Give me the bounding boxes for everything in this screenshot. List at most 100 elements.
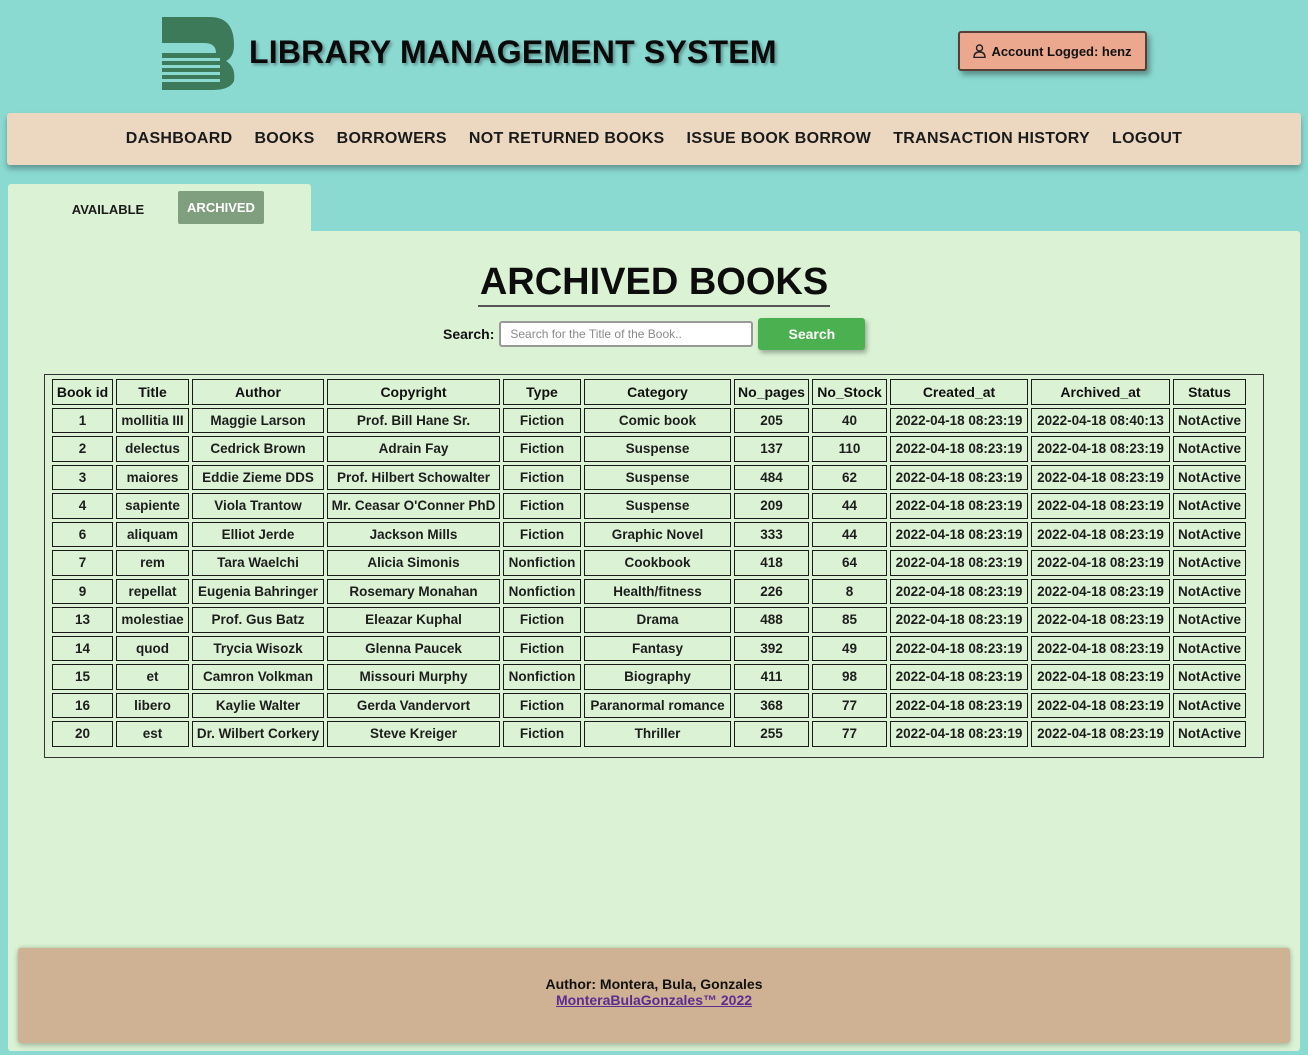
table-cell: mollitia III [116,407,189,433]
table-cell: quod [116,635,189,661]
table-cell: Eleazar Kuphal [327,607,500,633]
table-cell: Graphic Novel [584,521,731,547]
table-row: 15 et Camron Volkman Missouri Murphy Nonfict… [52,664,1246,690]
table-row: 9 repellat Eugenia Bahringer Rosemary Monah… [52,578,1246,604]
nav-issue-book-borrow[interactable]: ISSUE BOOK BORROW [687,126,872,152]
table-cell: 205 [734,407,809,433]
table-cell: 40 [812,407,887,433]
table-cell: Jackson Mills [327,521,500,547]
table-row: 1 mollitia III Maggie Larson Prof. Bill Han… [52,407,1246,433]
table-cell: repellat [116,578,189,604]
table-cell: 77 [812,721,887,747]
table-cell: Nonfiction [503,664,581,690]
table-cell: NotActive [1173,550,1246,576]
nav-borrowers[interactable]: BORROWERS [337,126,447,152]
table-cell: 15 [52,664,113,690]
table-cell: Drama [584,607,731,633]
account-button[interactable]: Account Logged: henz [958,31,1147,71]
table-cell: Viola Trantow [192,493,324,519]
table-cell: 20 [52,721,113,747]
table-cell: Missouri Murphy [327,664,500,690]
user-icon [973,44,987,58]
column-header: No_Stock [812,379,887,405]
table-cell: Fiction [503,407,581,433]
table-cell: 13 [52,607,113,633]
table-cell: Eddie Zieme DDS [192,464,324,490]
account-label: Account Logged: henz [991,43,1132,59]
footer-credit-link[interactable]: MonteraBulaGonzales™ 2022 [18,992,1290,1008]
table-cell: maiores [116,464,189,490]
table-cell: 2022-04-18 08:23:19 [890,607,1028,633]
table-cell: Thriller [584,721,731,747]
table-cell: 2022-04-18 08:23:19 [890,521,1028,547]
table-cell: 1 [52,407,113,433]
table-cell: 137 [734,436,809,462]
table-cell: Suspense [584,464,731,490]
page-title: ARCHIVED BOOKS [477,261,831,307]
table-cell: Fiction [503,635,581,661]
table-cell: libero [116,692,189,718]
table-cell: Gerda Vandervort [327,692,500,718]
table-cell: NotActive [1173,436,1246,462]
table-cell: 2022-04-18 08:23:19 [1031,607,1170,633]
table-cell: NotActive [1173,464,1246,490]
table-cell: 14 [52,635,113,661]
table-cell: Adrain Fay [327,436,500,462]
table-cell: Tara Waelchi [192,550,324,576]
table-cell: Camron Volkman [192,664,324,690]
table-cell: 44 [812,521,887,547]
table-cell: 2022-04-18 08:23:19 [890,550,1028,576]
column-header: Category [584,379,731,405]
tab-strip: AVAILABLE ARCHIVED [8,184,311,236]
nav-books[interactable]: BOOKS [254,126,314,152]
table-cell: Health/fitness [584,578,731,604]
table-cell: Suspense [584,436,731,462]
table-cell: 2022-04-18 08:23:19 [890,721,1028,747]
search-button[interactable]: Search [758,318,866,350]
nav-logout[interactable]: LOGOUT [1112,126,1182,152]
column-header: Type [503,379,581,405]
table-cell: NotActive [1173,721,1246,747]
tab-available[interactable]: AVAILABLE [66,194,150,224]
table-cell: NotActive [1173,407,1246,433]
table-cell: Comic book [584,407,731,433]
table-header-row: Book id Title Author Copyright Type Category N… [52,379,1246,405]
table-cell: 44 [812,493,887,519]
table-cell: 411 [734,664,809,690]
table-cell: 209 [734,493,809,519]
nav-transaction-history[interactable]: TRANSACTION HISTORY [893,126,1090,152]
table-cell: 16 [52,692,113,718]
book-logo-icon [162,17,235,90]
table-cell: Biography [584,664,731,690]
nav-not-returned-books[interactable]: NOT RETURNED BOOKS [469,126,665,152]
table-cell: 2022-04-18 08:23:19 [890,664,1028,690]
table-cell: Suspense [584,493,731,519]
table-cell: Trycia Wisozk [192,635,324,661]
nav-dashboard[interactable]: DASHBOARD [126,126,233,152]
table-row: 14 quod Trycia Wisozk Glenna Paucek Fiction F… [52,635,1246,661]
table-cell: Dr. Wilbert Corkery [192,721,324,747]
column-header: Title [116,379,189,405]
table-cell: Eugenia Bahringer [192,578,324,604]
tab-archived[interactable]: ARCHIVED [178,191,264,224]
table-cell: 2022-04-18 08:23:19 [1031,436,1170,462]
search-label: Search: [443,326,495,342]
table-cell: 2022-04-18 08:23:19 [890,493,1028,519]
table-cell: molestiae [116,607,189,633]
main-panel: ARCHIVED BOOKS Search: Search Book idTit… [8,231,1300,1051]
table-cell: 392 [734,635,809,661]
table-row: 13 molestiae Prof. Gus Batz Eleazar Kuphal F… [52,607,1246,633]
table-cell: et [116,664,189,690]
archived-books-table: Book id Title Author Copyright Type Category N… [49,376,1249,750]
table-cell: 8 [812,578,887,604]
table-row: 2 delectus Cedrick Brown Adrain Fay Fiction S… [52,436,1246,462]
column-header: Author [192,379,324,405]
table-cell: 49 [812,635,887,661]
table-cell: Elliot Jerde [192,521,324,547]
column-header: Book id [52,379,113,405]
table-cell: Maggie Larson [192,407,324,433]
table-cell: 9 [52,578,113,604]
table-row: 20 est Dr. Wilbert Corkery Steve Kreiger Fic… [52,721,1246,747]
search-input[interactable] [499,321,754,347]
column-header: Created_at [890,379,1028,405]
